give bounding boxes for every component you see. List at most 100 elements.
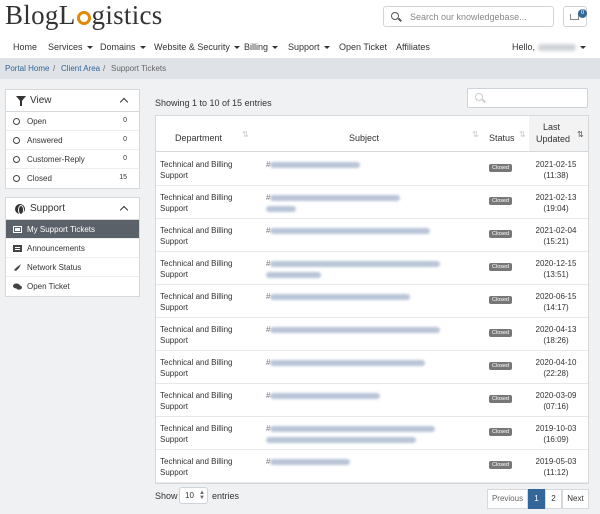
sort-icon[interactable]: ⇅ bbox=[242, 130, 249, 139]
updated-date: 2020-06-15 bbox=[535, 292, 577, 301]
nav-account-menu[interactable]: Hello, bbox=[512, 42, 587, 52]
cell-subject[interactable]: # bbox=[266, 225, 476, 236]
updated-time: (13:51) bbox=[543, 270, 569, 279]
search-icon bbox=[475, 93, 483, 101]
col-status[interactable]: Status bbox=[489, 133, 515, 143]
dept-line-2: Support bbox=[160, 303, 189, 312]
cell-subject[interactable]: # bbox=[266, 390, 476, 401]
updated-date: 2020-03-09 bbox=[535, 391, 577, 400]
table-row[interactable]: Technical and Billing Support # Closed 2020-… bbox=[156, 318, 588, 351]
dept-line-2: Support bbox=[160, 402, 189, 411]
cell-last-updated: 2020-04-13 (18:26) bbox=[530, 324, 582, 346]
caret-down-icon bbox=[323, 46, 330, 50]
redacted-subject[interactable] bbox=[270, 260, 441, 267]
redacted-subject[interactable] bbox=[266, 271, 321, 278]
status-badge: Closed bbox=[489, 461, 513, 469]
support-panel-header[interactable]: Support bbox=[6, 198, 139, 220]
nav-open-ticket[interactable]: Open Ticket bbox=[339, 42, 387, 52]
caret-down-icon bbox=[86, 46, 93, 50]
cell-department: Technical and Billing Support bbox=[160, 225, 260, 247]
redacted-subject[interactable] bbox=[270, 194, 401, 201]
breadcrumb-separator: / bbox=[53, 64, 56, 73]
table-search-input[interactable] bbox=[467, 88, 588, 108]
redacted-subject[interactable] bbox=[266, 436, 416, 443]
nav-affiliates[interactable]: Affiliates bbox=[396, 42, 430, 52]
caret-down-icon bbox=[272, 46, 279, 50]
cell-last-updated: 2020-04-10 (22:28) bbox=[530, 357, 582, 379]
filter-closed[interactable]: Closed 15 bbox=[6, 169, 139, 188]
updated-time: (14:17) bbox=[543, 303, 569, 312]
sidebar-item-announcements[interactable]: Announcements bbox=[6, 239, 139, 258]
sort-icon[interactable]: ⇅ bbox=[472, 130, 479, 139]
redacted-subject[interactable] bbox=[270, 293, 411, 300]
table-row[interactable]: Technical and Billing Support # Closed 2020-… bbox=[156, 252, 588, 285]
nav-website-security-label: Website & Security bbox=[154, 42, 230, 52]
pagination-previous[interactable]: Previous bbox=[487, 489, 528, 509]
page-size-select[interactable]: 10 ▲ ▼ bbox=[179, 487, 208, 504]
redacted-subject[interactable] bbox=[270, 227, 431, 234]
search-icon bbox=[391, 12, 399, 20]
entries-label: entries bbox=[212, 491, 240, 501]
nav-support[interactable]: Support bbox=[288, 42, 330, 52]
knowledgebase-search-input[interactable]: Search our knowledgebase... bbox=[383, 6, 554, 27]
cell-last-updated: 2019-10-03 (16:09) bbox=[530, 423, 582, 445]
breadcrumb-portal-home[interactable]: Portal Home bbox=[5, 64, 49, 73]
table-row[interactable]: Technical and Billing Support # Closed 2020-… bbox=[156, 384, 588, 417]
pagination-page-2[interactable]: 2 bbox=[545, 489, 562, 509]
redacted-subject[interactable] bbox=[270, 392, 381, 399]
tickets-table: Department ⇅ Subject ⇅ Status ⇅ Last Upd… bbox=[155, 115, 589, 484]
redacted-subject[interactable] bbox=[270, 458, 351, 465]
sidebar-item-label: Open Ticket bbox=[27, 282, 70, 291]
cell-subject[interactable]: # bbox=[266, 423, 476, 445]
updated-date: 2019-10-03 bbox=[535, 424, 577, 433]
table-row[interactable]: Technical and Billing Support # Closed 2021-… bbox=[156, 219, 588, 252]
cell-subject[interactable]: # bbox=[266, 291, 476, 302]
redacted-subject[interactable] bbox=[266, 205, 296, 212]
nav-home[interactable]: Home bbox=[13, 42, 37, 52]
filter-customer-reply[interactable]: Customer-Reply 0 bbox=[6, 150, 139, 169]
dept-line-1: Technical and Billing bbox=[160, 325, 233, 334]
cell-subject[interactable]: # bbox=[266, 159, 476, 170]
pagination-next[interactable]: Next bbox=[562, 489, 589, 509]
cell-subject[interactable]: # bbox=[266, 456, 476, 467]
sort-icon[interactable]: ⇅ bbox=[519, 130, 526, 139]
nav-services-label: Services bbox=[48, 42, 83, 52]
col-subject[interactable]: Subject bbox=[349, 133, 379, 143]
redacted-subject[interactable] bbox=[270, 359, 426, 366]
table-row[interactable]: Technical and Billing Support # Closed 2019-… bbox=[156, 450, 588, 483]
table-row[interactable]: Technical and Billing Support # Closed 2021-… bbox=[156, 153, 588, 186]
sidebar-item-my-support-tickets[interactable]: My Support Tickets bbox=[6, 220, 139, 239]
chevron-up-icon[interactable] bbox=[119, 205, 129, 215]
nav-billing[interactable]: Billing bbox=[244, 42, 279, 52]
chevron-up-icon[interactable] bbox=[119, 97, 129, 107]
table-row[interactable]: Technical and Billing Support # Closed 2020-… bbox=[156, 285, 588, 318]
nav-domains[interactable]: Domains bbox=[100, 42, 146, 52]
col-last-updated[interactable]: Last Updated ⇅ bbox=[529, 116, 588, 151]
cart-button[interactable]: 0 bbox=[563, 6, 587, 27]
redacted-subject[interactable] bbox=[270, 425, 436, 432]
sidebar-item-open-ticket[interactable]: Open Ticket bbox=[6, 277, 139, 296]
pagination-page-1[interactable]: 1 bbox=[528, 489, 545, 509]
filter-open[interactable]: Open 0 bbox=[6, 112, 139, 131]
cell-subject[interactable]: # bbox=[266, 258, 476, 280]
site-logo[interactable]: BlogL gistics bbox=[5, 0, 163, 31]
cell-subject[interactable]: # bbox=[266, 357, 476, 368]
nav-services[interactable]: Services bbox=[48, 42, 93, 52]
nav-billing-label: Billing bbox=[244, 42, 269, 52]
nav-support-label: Support bbox=[288, 42, 320, 52]
view-panel-header[interactable]: View bbox=[6, 90, 139, 112]
redacted-subject[interactable] bbox=[270, 326, 441, 333]
cell-subject[interactable]: # bbox=[266, 192, 476, 214]
table-row[interactable]: Technical and Billing Support # Closed 2020-… bbox=[156, 351, 588, 384]
table-row[interactable]: Technical and Billing Support # Closed 2019-… bbox=[156, 417, 588, 450]
sidebar-item-network-status[interactable]: Network Status bbox=[6, 258, 139, 277]
nav-website-security[interactable]: Website & Security bbox=[154, 42, 240, 52]
radio-icon bbox=[13, 175, 20, 182]
redacted-subject[interactable] bbox=[270, 161, 361, 168]
filter-answered[interactable]: Answered 0 bbox=[6, 131, 139, 150]
cell-last-updated: 2021-02-04 (15:21) bbox=[530, 225, 582, 247]
table-row[interactable]: Technical and Billing Support # Closed 2021-… bbox=[156, 186, 588, 219]
col-department[interactable]: Department bbox=[175, 133, 222, 143]
cell-subject[interactable]: # bbox=[266, 324, 476, 335]
breadcrumb-client-area[interactable]: Client Area bbox=[61, 64, 100, 73]
